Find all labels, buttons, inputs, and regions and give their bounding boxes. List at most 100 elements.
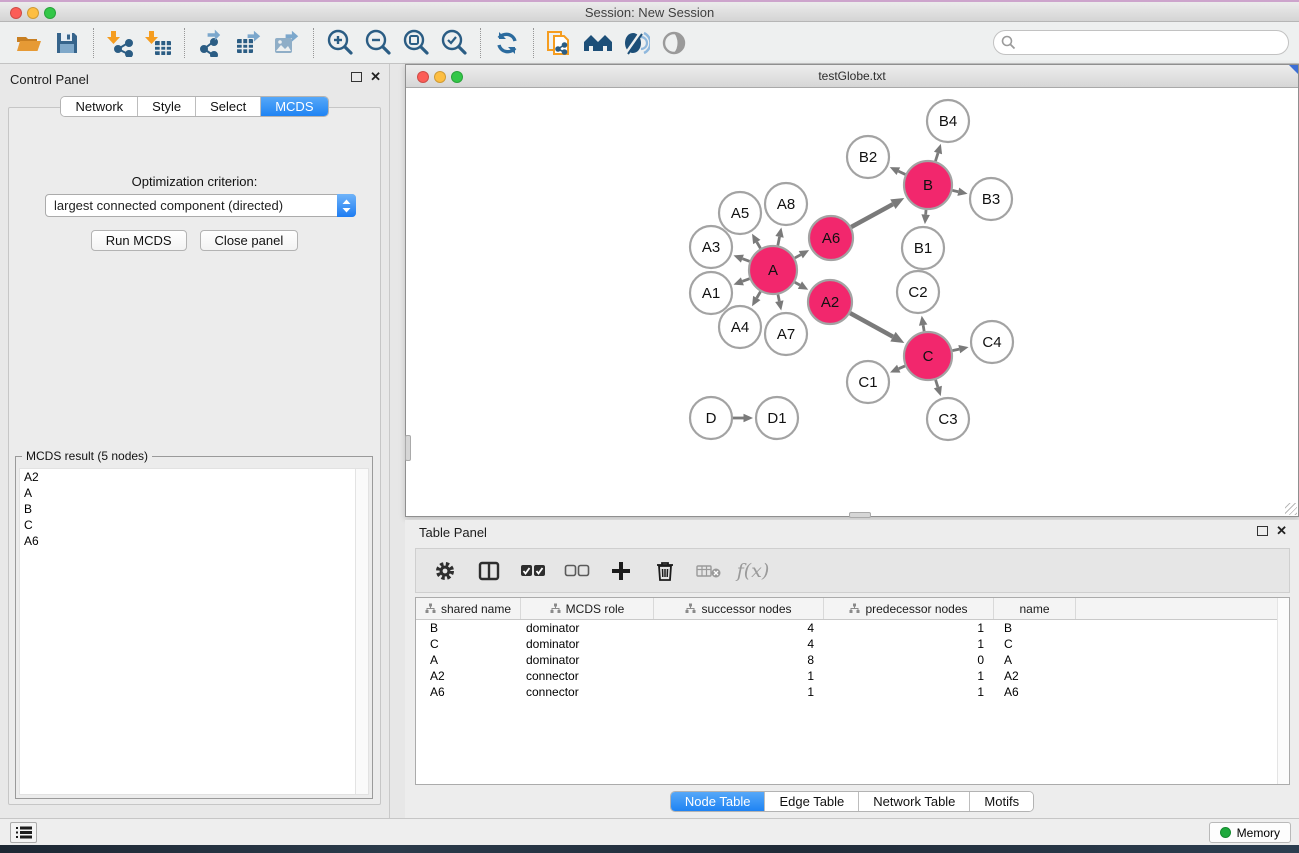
float-panel-icon[interactable] [351, 72, 362, 82]
graph-edge-B-B4[interactable] [935, 153, 938, 161]
graph-edge-A-A8[interactable] [778, 237, 780, 246]
table-cell[interactable]: B [416, 620, 521, 636]
delete-row-button[interactable] [650, 556, 680, 586]
table-cell[interactable]: 4 [654, 636, 824, 652]
close-panel-icon[interactable]: ✕ [1276, 526, 1287, 536]
graph-edge-B-B3[interactable] [952, 190, 958, 191]
graph-edge-C-C4[interactable] [952, 349, 959, 350]
table-cell[interactable]: A [416, 652, 521, 668]
table-row[interactable]: A6connector11A6 [416, 684, 1289, 700]
table-cell[interactable]: 1 [824, 668, 994, 684]
table-cell[interactable]: A2 [416, 668, 521, 684]
save-session-button[interactable] [48, 26, 86, 60]
network-canvas[interactable]: AA1A2A3A4A5A6A7A8BB1B2B3B4CC1C2C3C4DD1 [406, 88, 1298, 516]
table-scrollbar[interactable] [1277, 598, 1289, 784]
table-cell[interactable]: 1 [824, 620, 994, 636]
graph-edge-A-A1[interactable] [742, 279, 749, 282]
search-input[interactable] [993, 30, 1289, 55]
table-cell[interactable]: A2 [994, 668, 1076, 684]
deselect-all-button[interactable] [562, 556, 592, 586]
window-resize-corner-icon[interactable] [1289, 65, 1298, 74]
graph-edge-C-C2[interactable] [923, 325, 924, 331]
table-tab-node-table[interactable]: Node Table [671, 792, 766, 811]
mcds-result-item[interactable]: A6 [20, 533, 368, 549]
table-row[interactable]: Cdominator41C [416, 636, 1289, 652]
splitter-handle-left[interactable] [405, 435, 411, 461]
close-panel-icon[interactable]: ✕ [370, 72, 381, 82]
column-header-name[interactable]: name [994, 598, 1076, 619]
graph-edge-C-C1[interactable] [899, 366, 905, 369]
column-header-shared-name[interactable]: shared name [416, 598, 521, 619]
add-row-button[interactable] [606, 556, 636, 586]
graph-edge-A-A5[interactable] [757, 242, 761, 248]
table-cell[interactable]: A6 [416, 684, 521, 700]
splitter-handle-bottom[interactable] [849, 512, 871, 518]
new-network-from-selection-button[interactable] [541, 26, 579, 60]
table-cell[interactable]: 1 [824, 684, 994, 700]
table-row[interactable]: A2connector11A2 [416, 668, 1289, 684]
tab-mcds[interactable]: MCDS [261, 97, 327, 116]
table-cell[interactable]: C [416, 636, 521, 652]
graph-edge-A-A4[interactable] [757, 292, 761, 298]
table-cell[interactable]: 4 [654, 620, 824, 636]
resize-grip-icon[interactable] [1285, 503, 1297, 515]
table-cell[interactable]: dominator [521, 620, 654, 636]
table-cell[interactable]: connector [521, 684, 654, 700]
memory-button[interactable]: Memory [1209, 822, 1291, 843]
table-cell[interactable]: 0 [824, 652, 994, 668]
export-table-button[interactable] [230, 26, 268, 60]
table-settings-button[interactable] [430, 556, 460, 586]
graph-edge-C-C3[interactable] [936, 380, 938, 387]
graph-edge-A-A7[interactable] [778, 294, 779, 301]
export-network-button[interactable] [192, 26, 230, 60]
table-tab-edge-table[interactable]: Edge Table [765, 792, 859, 811]
select-all-button[interactable] [518, 556, 548, 586]
table-tab-network-table[interactable]: Network Table [859, 792, 970, 811]
table-cell[interactable]: dominator [521, 652, 654, 668]
graph-edge-A2-C[interactable] [850, 313, 893, 337]
mcds-result-item[interactable]: A2 [20, 469, 368, 485]
graph-edge-A-A6[interactable] [795, 255, 801, 258]
open-session-button[interactable] [10, 26, 48, 60]
mcds-result-item[interactable]: A [20, 485, 368, 501]
tab-style[interactable]: Style [138, 97, 196, 116]
import-table-button[interactable] [139, 26, 177, 60]
table-cell[interactable]: connector [521, 668, 654, 684]
hide-graphics-details-button[interactable] [617, 26, 655, 60]
run-mcds-button[interactable]: Run MCDS [91, 230, 187, 251]
list-scrollbar[interactable] [355, 469, 368, 794]
task-history-button[interactable] [10, 822, 37, 843]
table-cell[interactable]: C [994, 636, 1076, 652]
table-cell[interactable]: A6 [994, 684, 1076, 700]
table-cell[interactable]: 8 [654, 652, 824, 668]
column-header-MCDS-role[interactable]: MCDS role [521, 598, 654, 619]
mcds-result-item[interactable]: C [20, 517, 368, 533]
network-window-titlebar[interactable]: testGlobe.txt [406, 65, 1298, 88]
column-header-successor-nodes[interactable]: successor nodes [654, 598, 824, 619]
mcds-result-item[interactable]: B [20, 501, 368, 517]
table-cell[interactable]: B [994, 620, 1076, 636]
table-cell[interactable]: 1 [654, 668, 824, 684]
apply-layout-button[interactable] [488, 26, 526, 60]
column-header-predecessor-nodes[interactable]: predecessor nodes [824, 598, 994, 619]
graph-edge-A-A3[interactable] [742, 259, 749, 262]
import-network-button[interactable] [101, 26, 139, 60]
table-cell[interactable]: dominator [521, 636, 654, 652]
table-tab-motifs[interactable]: Motifs [970, 792, 1033, 811]
graph-edge-B-B2[interactable] [898, 171, 905, 174]
graph-edge-A6-B[interactable] [851, 204, 893, 227]
zoom-fit-button[interactable] [397, 26, 435, 60]
criterion-select[interactable]: largest connected component (directed) [45, 194, 356, 217]
tab-network[interactable]: Network [61, 97, 138, 116]
close-panel-button[interactable]: Close panel [200, 230, 299, 251]
table-row[interactable]: Adominator80A [416, 652, 1289, 668]
table-row[interactable]: Bdominator41B [416, 620, 1289, 636]
graph-edge-A-A2[interactable] [795, 282, 800, 285]
table-cell[interactable]: 1 [824, 636, 994, 652]
zoom-out-button[interactable] [359, 26, 397, 60]
show-column-button[interactable] [474, 556, 504, 586]
function-builder-button[interactable]: f(x) [738, 556, 768, 586]
zoom-in-button[interactable] [321, 26, 359, 60]
table-cell[interactable]: 1 [654, 684, 824, 700]
tab-select[interactable]: Select [196, 97, 261, 116]
